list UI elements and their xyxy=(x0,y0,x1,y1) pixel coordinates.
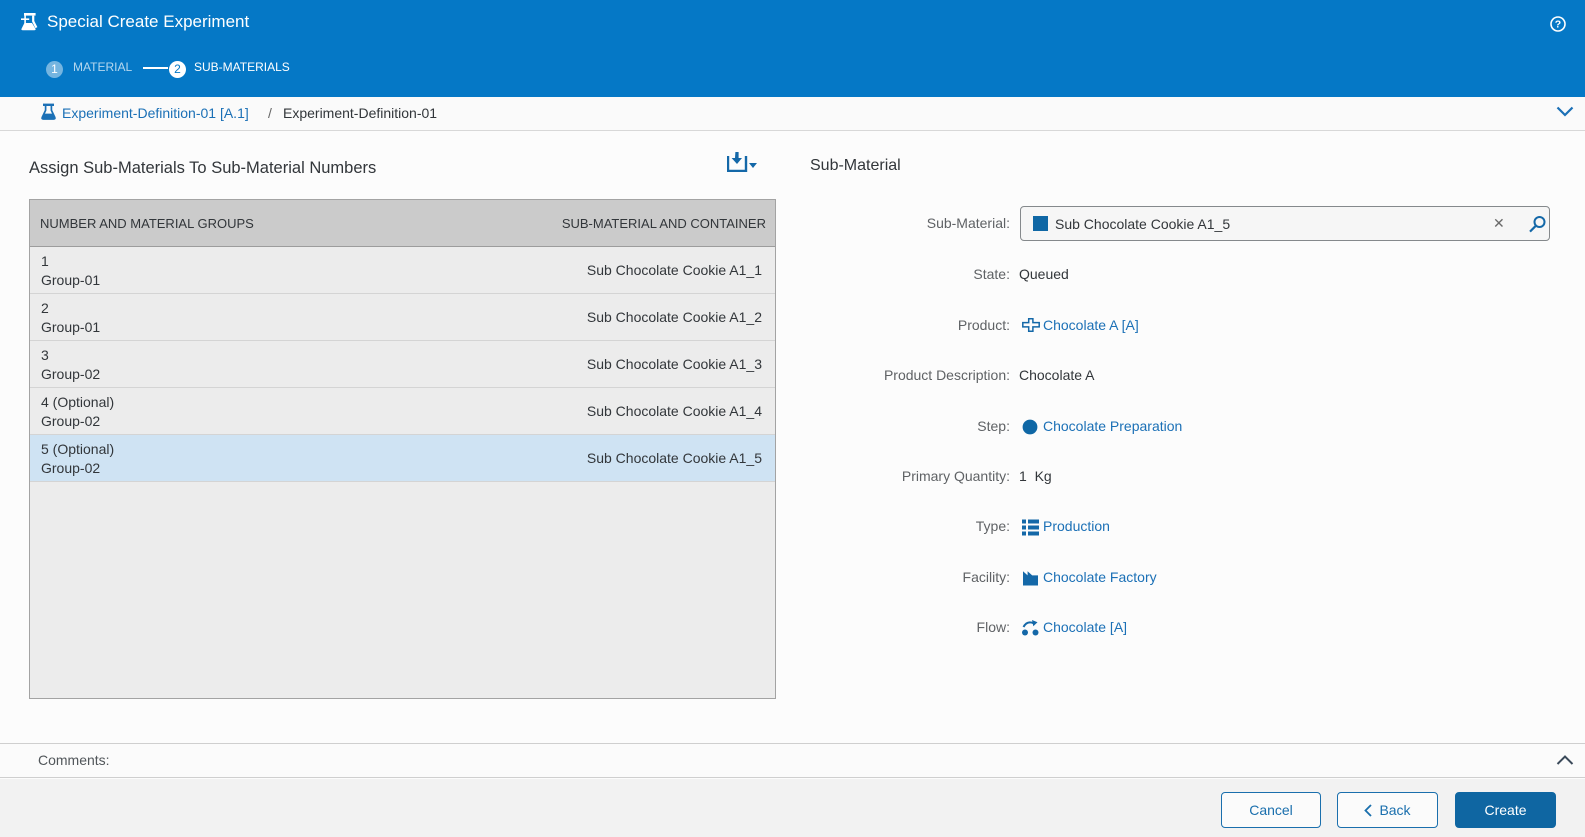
svg-text:?: ? xyxy=(1555,19,1561,31)
